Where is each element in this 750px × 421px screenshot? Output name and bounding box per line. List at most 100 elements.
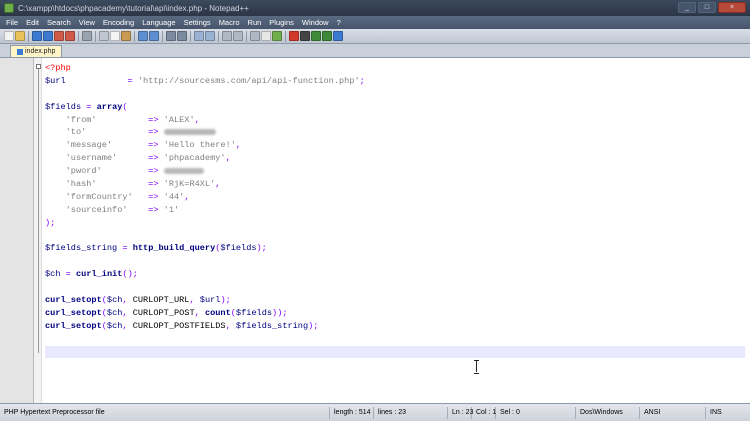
- code-token: 'to': [65, 127, 87, 138]
- code-token: =>: [148, 114, 159, 125]
- code-line[interactable]: 'hash' => 'RjK=R4XL',: [45, 178, 745, 191]
- code-line[interactable]: $ch = curl_init();: [45, 268, 745, 281]
- menu-window[interactable]: Window: [302, 18, 329, 27]
- code-line[interactable]: 'to' =>: [45, 126, 745, 139]
- macro-play-multiple-icon[interactable]: [322, 31, 332, 41]
- code-line[interactable]: curl_setopt($ch, CURLOPT_URL, $url);: [45, 294, 745, 307]
- sync-v-icon[interactable]: [222, 31, 232, 41]
- code-line[interactable]: $fields_string = http_build_query($field…: [45, 242, 745, 255]
- window-controls: _ □ ×: [678, 2, 746, 13]
- macro-record-icon[interactable]: [289, 31, 299, 41]
- find-icon[interactable]: [166, 31, 176, 41]
- code-line[interactable]: 'username' => 'phpacademy',: [45, 152, 745, 165]
- code-token: );: [220, 295, 231, 306]
- open-folder-icon[interactable]: [15, 31, 25, 41]
- cut-icon[interactable]: [99, 31, 109, 41]
- menu-view[interactable]: View: [79, 18, 95, 27]
- undo-icon[interactable]: [138, 31, 148, 41]
- menu-encoding[interactable]: Encoding: [103, 18, 134, 27]
- tab-bar: index.php: [0, 44, 750, 58]
- macro-save-icon[interactable]: [333, 31, 343, 41]
- tab-index-php[interactable]: index.php: [10, 45, 63, 57]
- zoom-in-icon[interactable]: [194, 31, 204, 41]
- zoom-out-icon[interactable]: [205, 31, 215, 41]
- status-insert-mode: INS: [710, 408, 722, 416]
- code-token: ,: [184, 191, 190, 202]
- redo-icon[interactable]: [149, 31, 159, 41]
- print-icon[interactable]: [82, 31, 92, 41]
- code-token: $fields: [45, 101, 82, 112]
- replace-icon[interactable]: [177, 31, 187, 41]
- macro-play-icon[interactable]: [311, 31, 321, 41]
- code-token: =>: [148, 153, 159, 164]
- word-wrap-icon[interactable]: [250, 31, 260, 41]
- toolbar-separator: [95, 30, 96, 42]
- toolbar-separator: [162, 30, 163, 42]
- code-token: 'from': [65, 114, 97, 125]
- menu-language[interactable]: Language: [142, 18, 175, 27]
- menu-edit[interactable]: Edit: [26, 18, 39, 27]
- code-token: <?php: [45, 63, 71, 73]
- code-token: ,: [215, 179, 221, 190]
- code-line[interactable]: $url = 'http://sourcesms.com/api/api-fun…: [45, 75, 745, 88]
- code-line[interactable]: [45, 88, 745, 101]
- minimize-button[interactable]: _: [678, 2, 696, 13]
- code-area[interactable]: <?php $url = 'http://sourcesms.com/api/ap…: [45, 62, 745, 359]
- menu-macro[interactable]: Macro: [219, 18, 240, 27]
- code-line[interactable]: [45, 255, 745, 268]
- code-line[interactable]: [45, 281, 745, 294]
- menu-help[interactable]: ?: [337, 18, 341, 27]
- code-line[interactable]: 'sourceinfo' => '1': [45, 204, 745, 217]
- toolbar-separator: [218, 30, 219, 42]
- notepadpp-app-icon[interactable]: [4, 3, 14, 13]
- code-token: http_build_query: [132, 243, 216, 254]
- code-token: curl_setopt: [45, 320, 102, 331]
- code-line[interactable]: [45, 345, 745, 359]
- code-line[interactable]: curl_setopt($ch, CURLOPT_POSTFIELDS, $fi…: [45, 320, 745, 333]
- menu-run[interactable]: Run: [248, 18, 262, 27]
- indent-guide-icon[interactable]: [272, 31, 282, 41]
- status-line-number: Ln : 23: [448, 406, 473, 419]
- menu-search[interactable]: Search: [47, 18, 71, 27]
- paste-icon[interactable]: [121, 31, 131, 41]
- menu-settings[interactable]: Settings: [184, 18, 211, 27]
- code-line[interactable]: );: [45, 217, 745, 230]
- close-window-button[interactable]: ×: [718, 2, 746, 13]
- redacted-value: [163, 167, 204, 174]
- close-all-icon[interactable]: [65, 31, 75, 41]
- save-all-icon[interactable]: [43, 31, 53, 41]
- code-token: curl_setopt: [45, 307, 102, 318]
- code-line[interactable]: 'from' => 'ALEX',: [45, 114, 745, 127]
- code-token: ,: [235, 140, 242, 151]
- toolbar-separator: [134, 30, 135, 42]
- macro-stop-icon[interactable]: [300, 31, 310, 41]
- code-token: 'RjK=R4XL': [163, 179, 216, 190]
- code-line[interactable]: [45, 333, 745, 346]
- code-editor[interactable]: <?php $url = 'http://sourcesms.com/api/ap…: [0, 58, 750, 403]
- sync-h-icon[interactable]: [233, 31, 243, 41]
- menu-file[interactable]: File: [6, 18, 18, 27]
- code-token: 'pword': [65, 166, 102, 177]
- line-number-gutter[interactable]: [0, 58, 34, 403]
- maximize-button[interactable]: □: [698, 2, 716, 13]
- code-line[interactable]: 'pword' =>: [45, 165, 745, 178]
- code-token: );: [308, 320, 319, 331]
- code-line[interactable]: <?php: [45, 62, 745, 75]
- code-line[interactable]: [45, 230, 745, 243]
- code-line[interactable]: $fields = array(: [45, 101, 745, 114]
- code-line[interactable]: 'formCountry' => '44',: [45, 191, 745, 204]
- menu-plugins[interactable]: Plugins: [269, 18, 294, 27]
- code-line[interactable]: 'message' => 'Hello there!',: [45, 139, 745, 152]
- close-file-icon[interactable]: [54, 31, 64, 41]
- show-all-chars-icon[interactable]: [261, 31, 271, 41]
- copy-icon[interactable]: [110, 31, 120, 41]
- new-file-icon[interactable]: [4, 31, 14, 41]
- code-line[interactable]: curl_setopt($ch, CURLOPT_POST, count($fi…: [45, 307, 745, 320]
- save-icon[interactable]: [32, 31, 42, 41]
